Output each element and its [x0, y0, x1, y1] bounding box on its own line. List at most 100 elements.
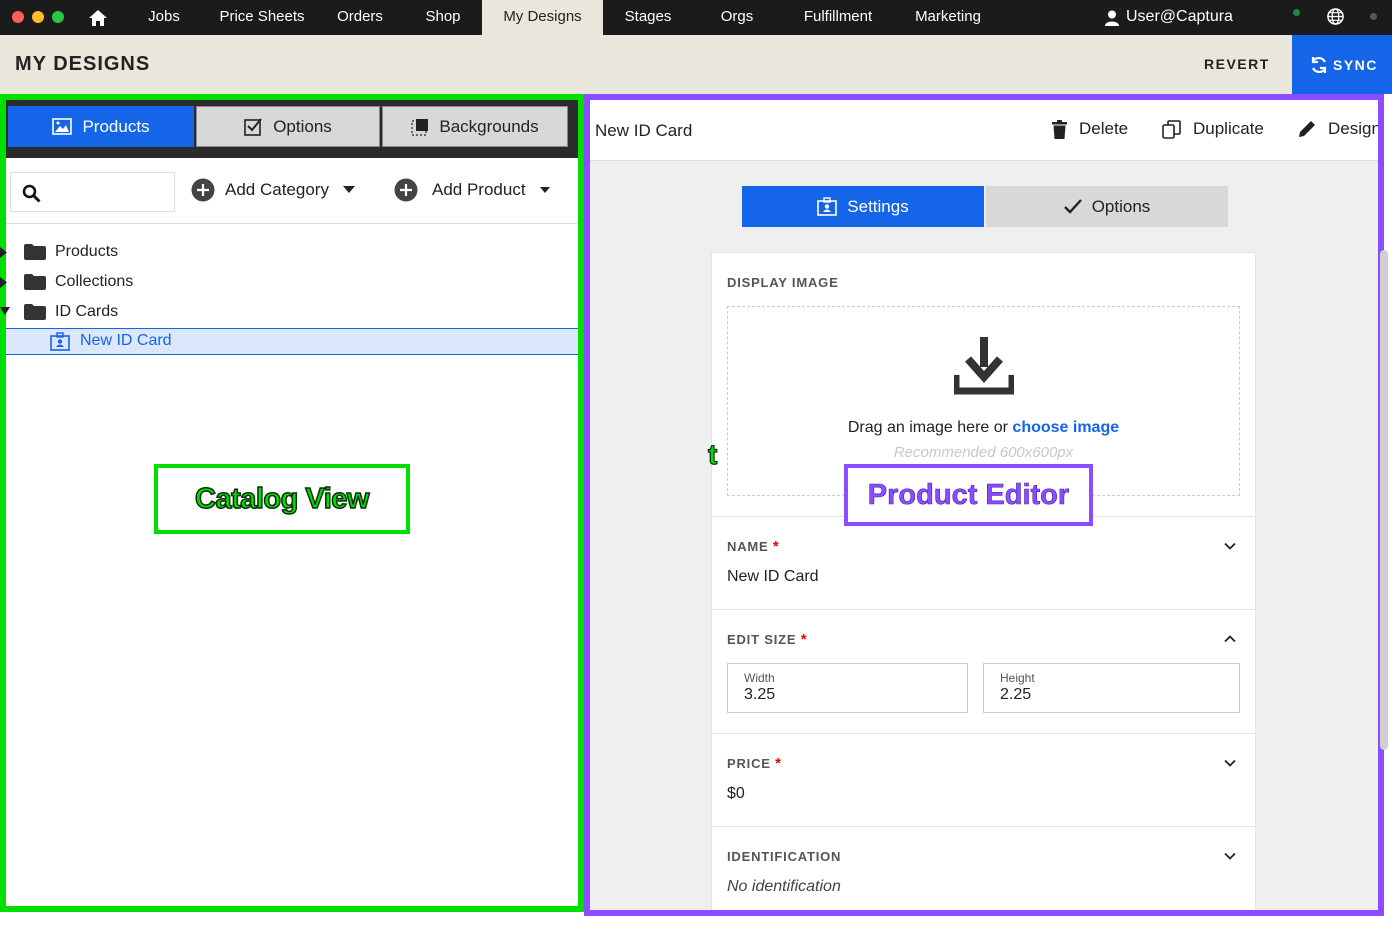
choose-image-link[interactable]: choose image — [1012, 419, 1119, 436]
dropzone-text-line: Drag an image here or choose image — [728, 419, 1239, 437]
identification-value[interactable]: No identification — [727, 878, 841, 896]
design-button[interactable]: Design — [1298, 119, 1381, 139]
add-circle-icon — [191, 178, 215, 202]
sync-button[interactable]: SYNC — [1292, 35, 1392, 94]
required-marker: * — [775, 755, 782, 772]
tree-item-label: ID Cards — [55, 303, 119, 320]
name-value[interactable]: New ID Card — [727, 568, 819, 586]
tab-editor-options[interactable]: Options — [986, 186, 1228, 227]
user-account-menu[interactable]: User@Captura — [1126, 0, 1246, 35]
id-card-icon — [817, 197, 838, 216]
page-header: MY DESIGNS REVERT — [0, 35, 1392, 94]
checkbox-icon — [244, 118, 262, 136]
top-nav-bar: Jobs Price Sheets Orders Shop My Designs… — [0, 0, 1392, 35]
height-value[interactable]: 2.25 — [1000, 686, 1031, 704]
sync-icon — [1311, 56, 1327, 74]
revert-button[interactable]: REVERT — [1204, 56, 1270, 72]
section-divider — [712, 609, 1257, 610]
nav-jobs[interactable]: Jobs — [130, 0, 198, 35]
width-value[interactable]: 3.25 — [744, 686, 775, 704]
tab-settings[interactable]: Settings — [742, 186, 984, 227]
folder-open-icon — [24, 304, 46, 320]
nav-stages[interactable]: Stages — [612, 0, 684, 35]
display-image-label: DISPLAY IMAGE — [727, 275, 839, 290]
pencil-icon — [1299, 121, 1315, 137]
caret-down-icon[interactable] — [0, 307, 10, 316]
folder-icon — [24, 244, 46, 260]
nav-orgs[interactable]: Orgs — [706, 0, 768, 35]
caret-right-icon[interactable] — [0, 277, 8, 288]
nav-orders[interactable]: Orders — [326, 0, 394, 35]
design-label: Design — [1328, 119, 1381, 138]
add-product-label: Add Product — [432, 180, 526, 199]
nav-shop[interactable]: Shop — [410, 0, 476, 35]
nav-price-sheets[interactable]: Price Sheets — [212, 0, 312, 35]
nav-fulfillment[interactable]: Fulfillment — [793, 0, 883, 35]
price-value[interactable]: $0 — [727, 785, 745, 803]
editor-scrollbar[interactable] — [1380, 250, 1388, 750]
add-circle-icon — [394, 178, 418, 202]
home-icon[interactable] — [88, 8, 108, 28]
height-label: Height — [1000, 671, 1035, 685]
chevron-up-icon[interactable] — [1223, 632, 1237, 646]
chevron-down-icon[interactable] — [1223, 539, 1237, 553]
required-marker: * — [800, 631, 808, 648]
tree-item-label: New ID Card — [80, 332, 172, 349]
tree-item-label: Collections — [55, 273, 134, 290]
add-category-button[interactable]: Add Category — [191, 178, 355, 202]
nav-marketing[interactable]: Marketing — [903, 0, 993, 35]
tab-backgrounds[interactable]: Backgrounds — [382, 106, 568, 147]
window-close-button[interactable] — [12, 11, 24, 23]
background-icon — [411, 118, 429, 136]
duplicate-label: Duplicate — [1193, 119, 1264, 138]
page-title: MY DESIGNS — [15, 53, 151, 75]
status-dot — [1370, 13, 1377, 20]
caret-right-icon[interactable] — [0, 247, 8, 258]
stray-annotation-char: t — [707, 438, 718, 470]
drag-text: Drag an image here or — [847, 419, 1008, 436]
nav-my-designs[interactable]: My Designs — [482, 0, 603, 35]
tab-options-label: Options — [273, 116, 332, 136]
product-editor-label: Product Editor — [867, 478, 1070, 511]
settings-form: DISPLAY IMAGE Drag an image here or choo… — [711, 252, 1257, 910]
chevron-down-icon[interactable] — [1223, 756, 1237, 770]
catalog-tabs: Products Options Backgrounds — [6, 100, 578, 158]
user-icon — [1105, 10, 1119, 26]
id-card-icon — [50, 332, 70, 351]
tab-backgrounds-label: Backgrounds — [439, 116, 539, 136]
edit-size-section-header[interactable]: EDIT SIZE * — [727, 631, 807, 648]
tree-item-new-id-card[interactable]: New ID Card — [6, 328, 578, 355]
catalog-toolbar: Add Category Add Product — [6, 158, 578, 224]
copy-icon — [1162, 119, 1181, 139]
window-maximize-button[interactable] — [52, 11, 64, 23]
tab-settings-label: Settings — [847, 196, 909, 216]
height-field[interactable]: Height 2.25 — [983, 663, 1240, 713]
add-product-button[interactable]: Add Product — [394, 178, 550, 202]
required-marker: * — [772, 538, 780, 555]
status-indicator — [1293, 9, 1300, 16]
editor-header: New ID Card Delete Duplicate Design — [590, 100, 1378, 161]
globe-icon[interactable] — [1327, 8, 1344, 25]
price-section-header[interactable]: PRICE * — [727, 755, 782, 772]
tab-options[interactable]: Options — [196, 106, 380, 147]
recommended-size-hint: Recommended 600x600px — [893, 444, 1074, 461]
name-section-header[interactable]: NAME * — [727, 538, 780, 555]
chevron-down-icon[interactable] — [1223, 849, 1237, 863]
edit-size-label: EDIT SIZE — [727, 632, 797, 647]
duplicate-button[interactable]: Duplicate — [1162, 119, 1264, 139]
sync-label: SYNC — [1333, 57, 1378, 73]
window-minimize-button[interactable] — [32, 11, 44, 23]
catalog-view-annotation: Catalog View — [154, 464, 410, 534]
tab-products[interactable]: Products — [8, 106, 194, 147]
search-input[interactable] — [10, 172, 175, 212]
identification-label[interactable]: IDENTIFICATION — [727, 849, 841, 864]
section-divider — [712, 826, 1257, 827]
catalog-view-label: Catalog View — [194, 482, 370, 516]
add-category-label: Add Category — [225, 180, 329, 199]
folder-icon — [24, 274, 46, 290]
delete-button[interactable]: Delete — [1052, 119, 1128, 139]
name-label: NAME — [727, 539, 769, 554]
width-field[interactable]: Width 3.25 — [727, 663, 968, 713]
tree-item-label: Products — [55, 243, 119, 260]
price-label: PRICE — [727, 756, 771, 771]
